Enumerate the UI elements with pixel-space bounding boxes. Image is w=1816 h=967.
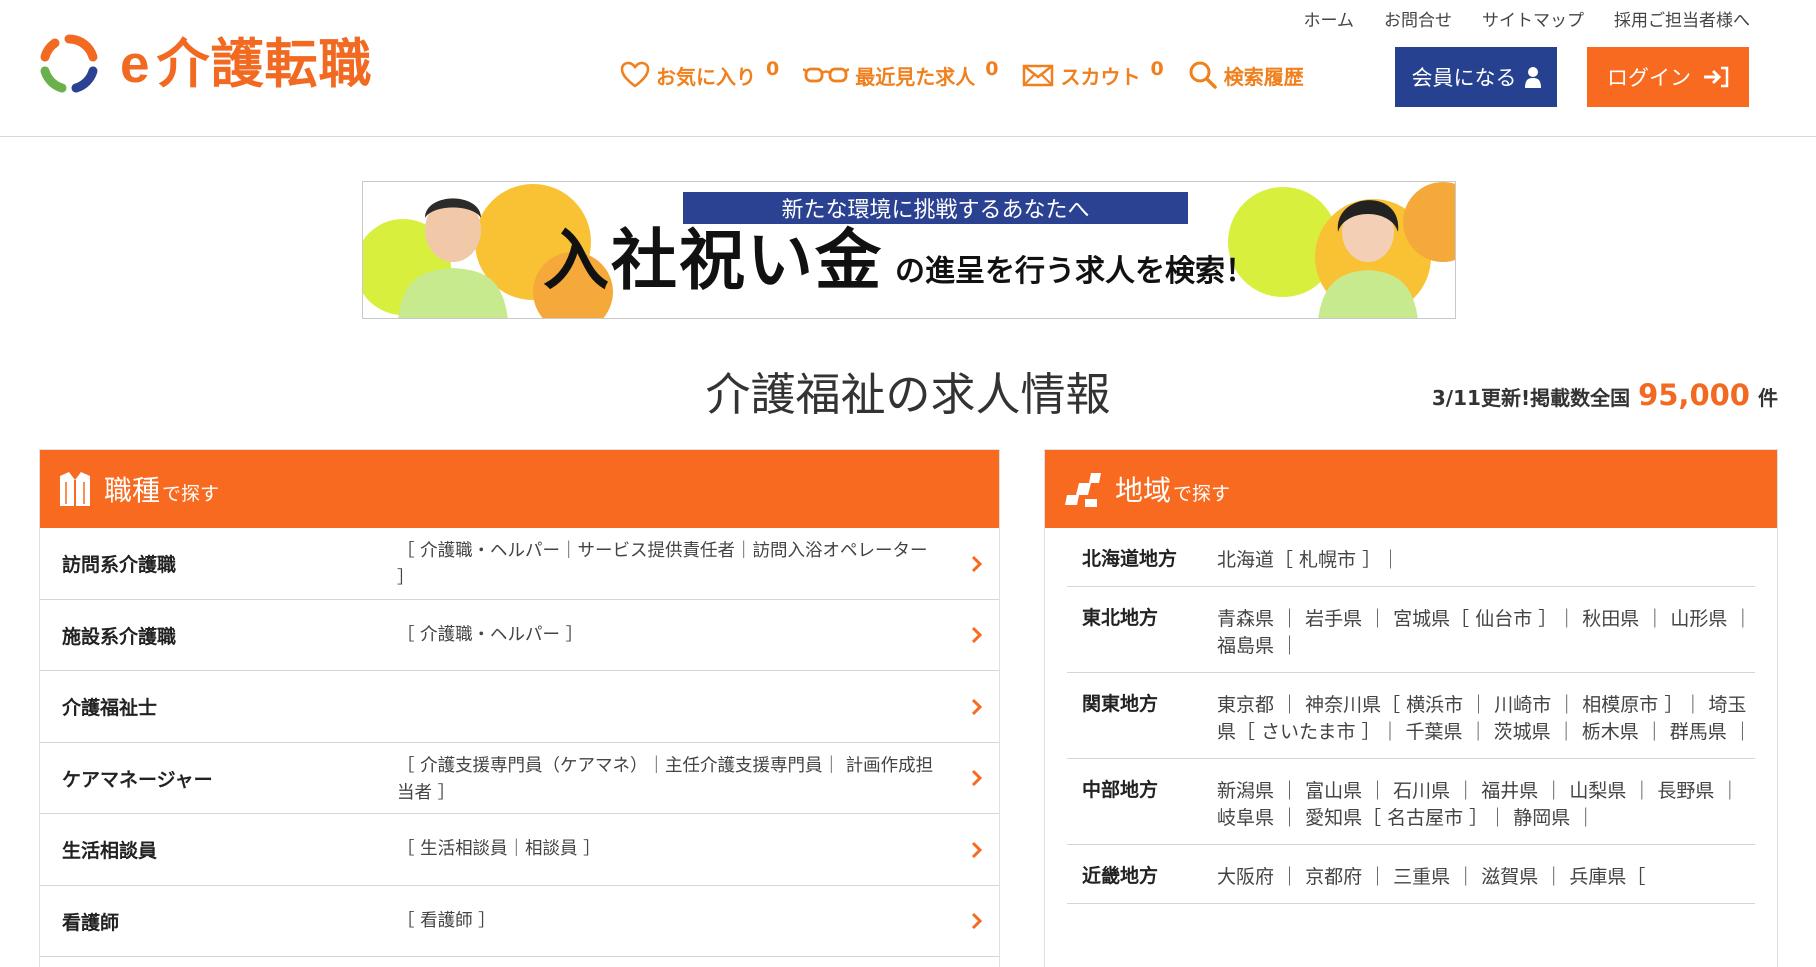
nav-scout-label: スカウト [1060,64,1141,89]
uniform-icon [60,472,90,506]
nav-favorites-count: 0 [766,58,780,80]
nav-history-label: 検索履歴 [1223,64,1304,89]
region-row-tohoku: 東北地方 青森県 ｜ 岩手県 ｜ 宮城県［ 仙台市 ］｜ 秋田県 ｜ 山形県 ｜… [1067,587,1755,673]
region-row-kinki: 近畿地方 大阪府 ｜ 京都府 ｜ 三重県 ｜ 滋賀県 ｜ 兵庫県［ [1067,845,1755,904]
top-link-recruiter[interactable]: 採用ご担当者様へ [1614,6,1750,31]
job-row-life-counselor[interactable]: 生活相談員 ［ 生活相談員｜相談員 ］ [40,814,999,886]
job-type-panel-header: 職種 で探す [40,450,999,528]
nav-recent-count: 0 [985,58,999,80]
job-row-name: 施設系介護職 [62,625,177,648]
nav-favorites[interactable]: お気に入り 0 [620,58,780,90]
job-row-visiting-care[interactable]: 訪問系介護職 ［ 介護職・ヘルパー｜サービス提供責任者｜訪問入浴オペレーター ］ [40,528,999,600]
region-prefecture-links[interactable]: 新潟県 ｜ 富山県 ｜ 石川県 ｜ 福井県 ｜ 山梨県 ｜ 長野県 ｜ 岐阜県 … [1217,759,1757,844]
banner-big-text: 入社祝い金 [543,222,893,299]
job-row-subtypes[interactable]: ［ 介護職・ヘルパー｜サービス提供責任者｜訪問入浴オペレーター ］ [397,538,937,592]
region-panel-subtitle: で探す [1173,482,1231,505]
chevron-right-icon [971,600,983,671]
job-row-name: 看護師 [62,911,120,934]
job-row-name: 訪問系介護職 [62,554,177,576]
login-label: ログイン [1607,66,1691,90]
job-row-name: 生活相談員 [62,840,158,862]
top-link-contact[interactable]: お問合せ [1384,6,1452,31]
chevron-right-icon [971,886,983,957]
job-row-name: 介護福祉士 [62,697,158,719]
nav-recent[interactable]: 最近見た求人 0 [803,58,999,90]
nav-favorites-label: お気に入り [656,64,756,89]
logo-name: 介護転職 [156,33,373,95]
top-link-sitemap[interactable]: サイトマップ [1482,6,1584,31]
region-name: 東北地方 [1082,607,1159,629]
job-row-subtypes[interactable]: ［ 看護師 ］ [397,908,937,935]
job-type-panel-title: 職種 [104,474,161,507]
nav-scout-count: 0 [1150,58,1164,80]
listing-count-prefix: 3/11更新!掲載数全国 [1431,386,1631,410]
region-prefecture-links[interactable]: 青森県 ｜ 岩手県 ｜ 宮城県［ 仙台市 ］｜ 秋田県 ｜ 山形県 ｜ 福島県 … [1217,587,1757,672]
banner-headline: 入社祝い金 の進呈を行う求人を検索！ [543,222,1255,299]
nav-history[interactable]: 検索履歴 [1188,60,1304,90]
region-panel-header: 地域 で探す [1045,450,1777,528]
job-row-subtypes[interactable]: ［ 生活相談員｜相談員 ］ [397,836,937,863]
region-name: 関東地方 [1082,693,1159,715]
region-prefecture-links[interactable]: 東京都 ｜ 神奈川県［ 横浜市 ｜ 川崎市 ｜ 相模原市 ］｜ 埼玉県［ さいた… [1217,673,1757,758]
search-icon [1189,61,1217,89]
heart-icon [620,61,650,88]
login-arrow-icon [1704,66,1729,88]
job-row-care-manager[interactable]: ケアマネージャー ［ 介護支援専門員（ケアマネ）｜主任介護支援専門員｜ 計画作成… [40,743,999,814]
region-prefecture-links[interactable]: 北海道［ 札幌市 ］｜ [1217,528,1757,586]
chevron-right-icon [971,528,983,599]
job-type-panel: 職種 で探す 訪問系介護職 ［ 介護職・ヘルパー｜サービス提供責任者｜訪問入浴オ… [39,449,1000,967]
listing-count-suffix: 件 [1758,386,1778,410]
region-name: 北海道地方 [1082,548,1178,570]
region-prefecture-links[interactable]: 大阪府 ｜ 京都府 ｜ 三重県 ｜ 滋賀県 ｜ 兵庫県［ [1217,845,1757,903]
region-name: 中部地方 [1082,779,1159,801]
glasses-icon [803,67,850,83]
header-nav: お気に入り 0 最近見た求人 0 スカウト 0 検索履歴 [620,55,1328,95]
chevron-right-icon [971,814,983,885]
region-row-kanto: 関東地方 東京都 ｜ 神奈川県［ 横浜市 ｜ 川崎市 ｜ 相模原市 ］｜ 埼玉県… [1067,673,1755,759]
register-member-button[interactable]: 会員になる [1395,47,1557,107]
job-row-nurse[interactable]: 看護師 ［ 看護師 ］ [40,886,999,957]
register-member-label: 会員になる [1411,66,1517,90]
login-button[interactable]: ログイン [1587,47,1749,107]
region-row-hokkaido: 北海道地方 北海道［ 札幌市 ］｜ [1067,528,1755,587]
map-pins-icon [1065,473,1101,507]
job-type-panel-subtitle: で探す [162,482,220,505]
chevron-right-icon [971,743,983,814]
promo-banner[interactable]: 新たな環境に挑戦するあなたへ 入社祝い金 の進呈を行う求人を検索！ [362,181,1456,319]
listing-count-number: 95,000 [1638,378,1750,412]
logo-e: e [120,34,151,94]
region-name: 近畿地方 [1082,865,1159,887]
envelope-icon [1023,64,1054,87]
nav-recent-label: 最近見た求人 [855,64,976,89]
listing-count: 3/11更新!掲載数全国 95,000 件 [1432,378,1778,412]
region-row-chubu: 中部地方 新潟県 ｜ 富山県 ｜ 石川県 ｜ 福井県 ｜ 山梨県 ｜ 長野県 ｜… [1067,759,1755,845]
user-icon [1524,67,1541,88]
site-logo[interactable]: e 介護転職 [38,33,372,95]
region-panel: 地域 で探す 北海道地方 北海道［ 札幌市 ］｜ 東北地方 青森県 ｜ 岩手県 … [1044,449,1778,967]
job-row-subtypes[interactable]: ［ 介護支援専門員（ケアマネ）｜主任介護支援専門員｜ 計画作成担当者 ］ [397,753,937,807]
region-panel-title: 地域 [1115,474,1172,507]
job-row-care-worker[interactable]: 介護福祉士 [40,671,999,743]
site-header: e 介護転職 ホーム お問合せ サイトマップ 採用ご担当者様へ お気に入り 0 最… [0,0,1816,137]
top-links: ホーム お問合せ サイトマップ 採用ご担当者様へ [1304,6,1751,31]
nav-scout[interactable]: スカウト 0 [1022,58,1164,90]
job-row-facility-care[interactable]: 施設系介護職 ［ 介護職・ヘルパー ］ [40,600,999,671]
top-link-home[interactable]: ホーム [1304,6,1355,31]
banner-tagline: 新たな環境に挑戦するあなたへ [683,192,1188,224]
chevron-right-icon [971,671,983,742]
banner-small-text: の進呈を行う求人を検索！ [895,254,1255,289]
logo-mark-icon [40,34,98,93]
job-row-name: ケアマネージャー [62,768,213,791]
logo-text: e 介護転職 [120,38,372,91]
job-row-subtypes[interactable]: ［ 介護職・ヘルパー ］ [397,622,937,649]
